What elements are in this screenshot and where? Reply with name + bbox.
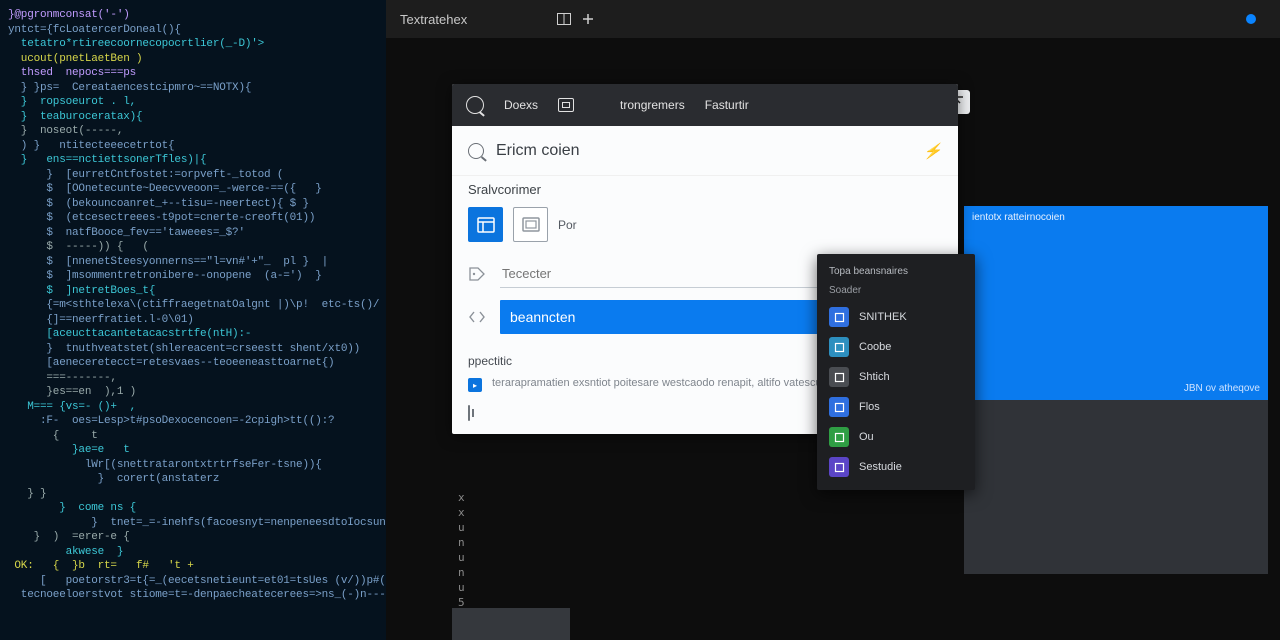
status-bar-block[interactable] bbox=[452, 608, 570, 640]
bolt-icon[interactable]: ⚡ bbox=[923, 142, 942, 160]
search-input[interactable]: Ericm coien bbox=[496, 142, 911, 160]
context-menu-heading: Topa beansnaires bbox=[817, 262, 975, 281]
preview-lower-pane bbox=[964, 400, 1268, 574]
context-menu-item-label: Coobe bbox=[859, 341, 891, 353]
info-badge-icon: ▸ bbox=[468, 378, 482, 392]
preview-pane: ientotx ratteirnocoien JBN ov atheqove bbox=[964, 206, 1268, 400]
context-menu-item-label: Ou bbox=[859, 431, 874, 443]
app-icon bbox=[829, 397, 849, 417]
line-gutter: xxununu5 bbox=[458, 490, 465, 610]
kind-label: Por bbox=[558, 218, 577, 232]
modal-header-item[interactable]: Fasturtir bbox=[705, 98, 749, 112]
context-menu-subheading: Soader bbox=[817, 281, 975, 302]
app-icon bbox=[829, 337, 849, 357]
search-icon bbox=[466, 96, 484, 114]
context-menu-item[interactable]: Ou bbox=[817, 422, 975, 452]
preview-header-text: ientotx ratteirnocoien bbox=[972, 212, 1065, 223]
modal-header-item[interactable]: trongremers bbox=[620, 98, 685, 112]
editor-surface: Doexs trongremers Fasturtir ientotx ratt… bbox=[386, 38, 1280, 640]
context-menu-item-label: Sestudie bbox=[859, 461, 902, 473]
title-bar: Textratehex bbox=[386, 0, 1280, 38]
status-dot bbox=[1246, 14, 1256, 24]
context-menu-item-label: SNITHEK bbox=[859, 311, 907, 323]
plus-icon[interactable] bbox=[581, 12, 595, 26]
code-editor[interactable]: }@pgronmconsat('-')yntct={fcLoatercerDon… bbox=[0, 0, 386, 640]
app-icon bbox=[829, 367, 849, 387]
section-title-sources: Sralvcorimer bbox=[452, 176, 958, 207]
panel-split-icon[interactable] bbox=[557, 12, 571, 26]
context-menu-item-label: Flos bbox=[859, 401, 880, 413]
modal-header: Doexs trongremers Fasturtir bbox=[452, 84, 958, 126]
context-menu-item-label: Shtich bbox=[859, 371, 890, 383]
preview-footer-text: JBN ov atheqove bbox=[1184, 383, 1260, 394]
modal-header-item[interactable]: Doexs bbox=[504, 98, 538, 112]
app-icon bbox=[829, 427, 849, 447]
context-menu-item[interactable]: Shtich bbox=[817, 362, 975, 392]
tag-icon bbox=[468, 265, 486, 283]
layout-icon[interactable] bbox=[468, 405, 470, 421]
context-menu-item[interactable]: Coobe bbox=[817, 332, 975, 362]
search-icon bbox=[468, 143, 484, 159]
code-icon bbox=[468, 308, 486, 326]
app-icon bbox=[829, 457, 849, 477]
app-icon bbox=[829, 307, 849, 327]
kind-card-alt[interactable] bbox=[513, 207, 548, 242]
window-title: Textratehex bbox=[400, 12, 467, 27]
context-menu: Topa beansnaires Soader SNITHEK Coobe Shti… bbox=[817, 254, 975, 490]
right-pane: Textratehex Doexs bbox=[386, 0, 1280, 640]
context-menu-item[interactable]: Sestudie bbox=[817, 452, 975, 482]
context-menu-item[interactable]: SNITHEK bbox=[817, 302, 975, 332]
kind-card-primary[interactable] bbox=[468, 207, 503, 242]
context-menu-item[interactable]: Flos bbox=[817, 392, 975, 422]
window-icon bbox=[558, 98, 574, 112]
kind-selector-row: Por bbox=[452, 207, 958, 254]
search-row: Ericm coien ⚡ bbox=[452, 126, 958, 176]
